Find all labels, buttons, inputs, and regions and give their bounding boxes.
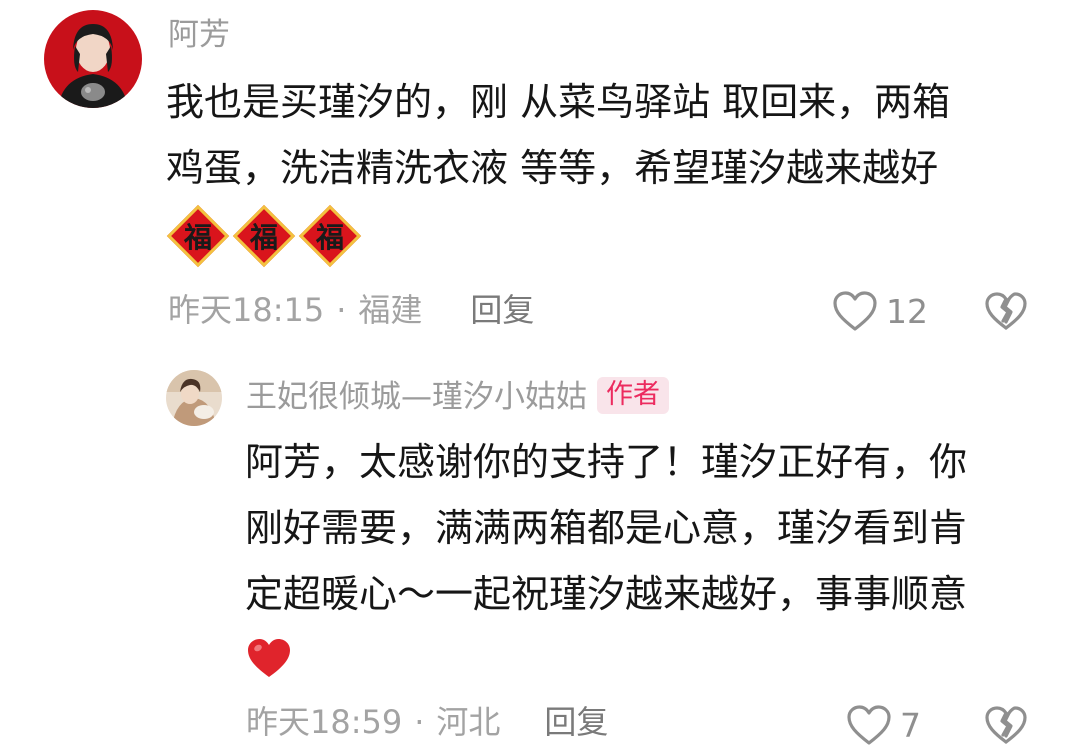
commenter-username[interactable]: 阿芳 (168, 20, 230, 51)
like-count: 7 (900, 705, 921, 745)
red-heart-emoji-icon (246, 637, 292, 683)
comment-location: 福建 (358, 291, 423, 329)
reply-line: 刚好需要，满满两箱都是心意，瑾汐看到肯 (245, 506, 968, 550)
author-avatar[interactable] (166, 370, 222, 426)
like-count: 12 (886, 291, 928, 331)
dislike-button[interactable] (984, 291, 1028, 335)
commenter-avatar[interactable] (44, 10, 142, 108)
author-name[interactable]: 王妃很倾城—瑾汐小姑姑 (246, 379, 587, 415)
meta-separator: · (336, 291, 347, 329)
dislike-button[interactable] (984, 705, 1028, 749)
reply-location: 河北 (436, 703, 501, 741)
heart-outline-icon (847, 705, 891, 745)
broken-heart-icon (985, 706, 1027, 744)
like-button[interactable]: 7 (846, 704, 921, 746)
fu-sticker-icon: 福 (166, 204, 230, 268)
like-button[interactable]: 12 (832, 290, 928, 332)
reply-button[interactable]: 回复 (544, 706, 608, 738)
meta-separator: · (414, 703, 425, 741)
reply-button[interactable]: 回复 (470, 294, 534, 326)
author-username[interactable]: 王妃很倾城—瑾汐小姑姑 作者 (246, 377, 669, 417)
comment-time: 昨天18:15 (168, 291, 325, 329)
fu-sticker-row: 福 福 福 (166, 204, 364, 268)
reply-line: 阿芳，太感谢你的支持了！瑾汐正好有，你 (245, 440, 968, 484)
comment-body: 我也是买瑾汐的，刚 从菜鸟驿站 取回来，两箱 鸡蛋，洗洁精洗衣液 等等，希望瑾汐… (166, 69, 950, 201)
author-badge: 作者 (597, 377, 669, 415)
author-avatar-photo-icon (166, 370, 222, 426)
fu-sticker-icon: 福 (232, 204, 296, 268)
reply-time: 昨天18:59 (246, 703, 403, 741)
comment-meta: 昨天18:15 · 福建 回复 (168, 294, 534, 326)
broken-heart-icon (985, 292, 1027, 330)
comment-line: 我也是买瑾汐的，刚 从菜鸟驿站 取回来，两箱 (166, 80, 951, 124)
heart-outline-icon (833, 291, 877, 331)
fu-sticker-icon: 福 (298, 204, 362, 268)
user-avatar-photo-icon (44, 10, 142, 108)
reply-meta: 昨天18:59 · 河北 回复 (246, 706, 608, 738)
comment-line: 鸡蛋，洗洁精洗衣液 等等，希望瑾汐越来越好 (166, 146, 939, 190)
reply-line: 定超暖心～一起祝瑾汐越来越好，事事顺意 (245, 572, 968, 616)
reply-body: 阿芳，太感谢你的支持了！瑾汐正好有，你 刚好需要，满满两箱都是心意，瑾汐看到肯 … (245, 429, 967, 627)
